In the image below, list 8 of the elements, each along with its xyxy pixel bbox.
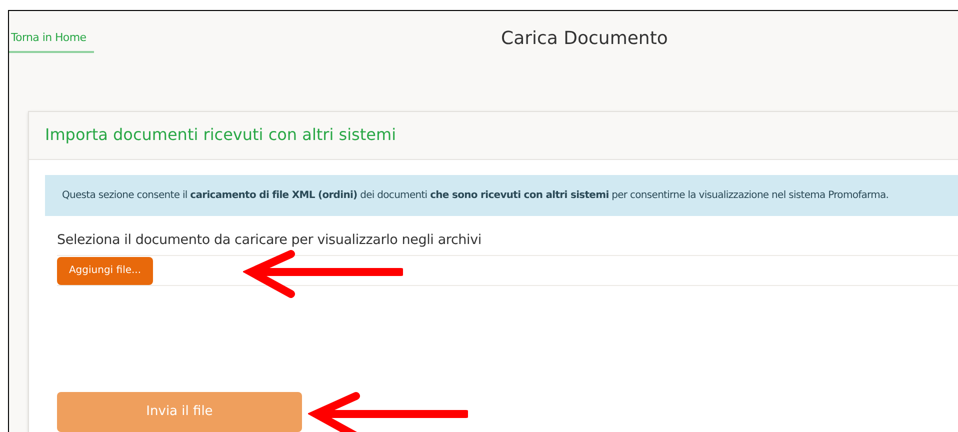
info-text: Questa sezione consente il caricamento di file XML (ordini) dei documenti che sono ricevuti con altri sistemi per consentirne la visualizzazione nel sistema Promofarma. [62,188,889,203]
arrow-icon [243,250,403,298]
add-file-button[interactable]: Aggiungi file... [57,256,153,284]
card-title: Importa documenti ricevuti con altri sistemi [45,124,396,146]
page-title: Carica Documento [501,27,668,51]
field-label: Seleziona il documento da caricare per visualizzarlo negli archivi [57,230,482,250]
arrow-icon [308,391,468,432]
home-link[interactable]: Torna in Home [9,30,94,52]
